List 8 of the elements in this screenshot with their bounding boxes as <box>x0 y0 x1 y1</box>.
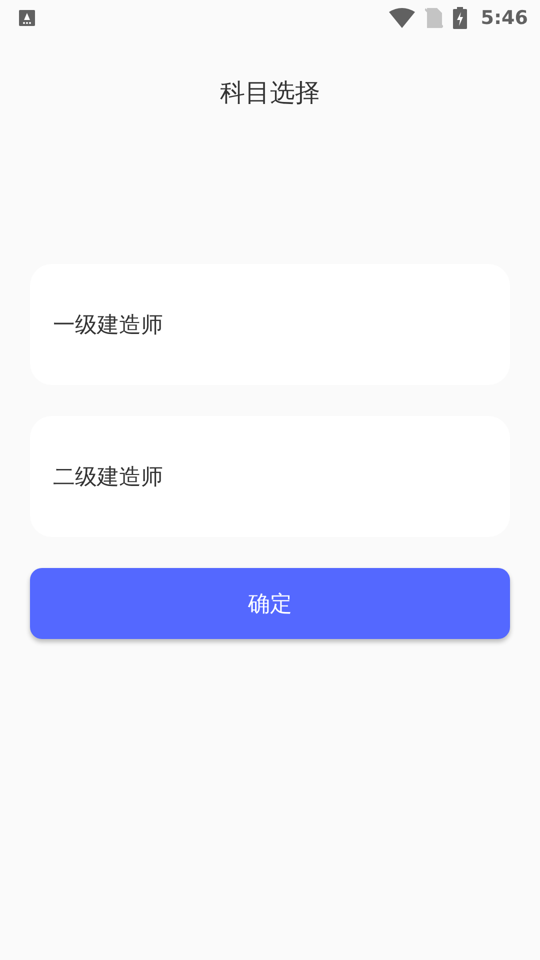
confirm-button[interactable]: 确定 <box>30 568 510 639</box>
no-sim-icon <box>424 8 443 28</box>
option-card[interactable]: 一级建造师 <box>30 264 510 385</box>
status-time: 5:46 <box>480 7 528 29</box>
wifi-icon <box>388 8 415 28</box>
option-card[interactable]: 二级建造师 <box>30 416 510 537</box>
battery-charging-icon <box>452 7 467 29</box>
page-title: 科目选择 <box>220 76 320 108</box>
